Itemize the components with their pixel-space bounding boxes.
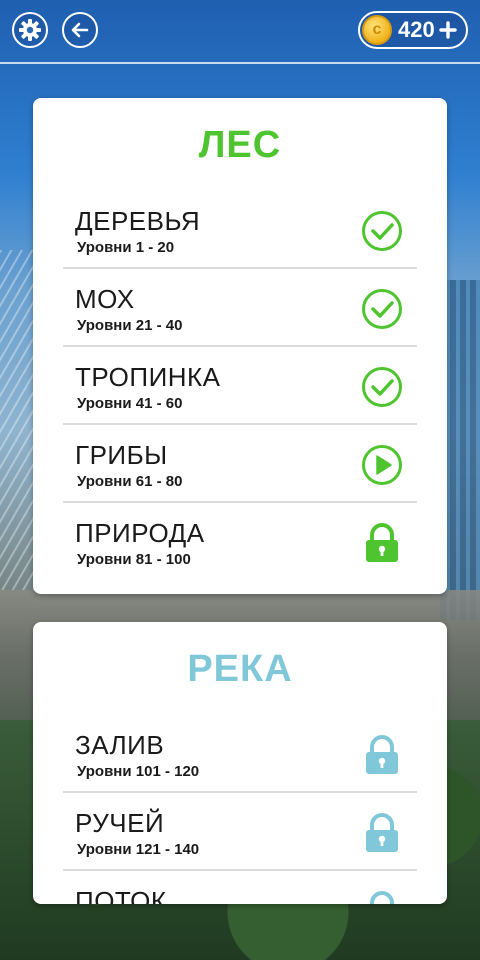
section-title: ЛЕС bbox=[198, 124, 282, 166]
lock-icon bbox=[366, 523, 398, 562]
pack-name: РУЧЕЙ bbox=[75, 808, 165, 838]
coin-count: 420 bbox=[398, 17, 435, 42]
pack-levels: Уровни 61 - 80 bbox=[77, 473, 183, 490]
divider bbox=[63, 267, 417, 269]
play-circle-icon[interactable] bbox=[361, 444, 403, 486]
level-pack-row[interactable]: ТРОПИНКА Уровни 41 - 60 bbox=[63, 354, 417, 432]
check-circle-icon bbox=[362, 367, 402, 407]
level-pack-row[interactable]: ПРИРОДА Уровни 81 - 100 bbox=[63, 510, 417, 588]
coin-icon: c bbox=[362, 15, 392, 45]
pack-levels: Уровни 121 - 140 bbox=[77, 841, 200, 858]
arrow-left-icon bbox=[71, 22, 89, 38]
level-pack-row[interactable]: ЗАЛИВ Уровни 101 - 120 bbox=[63, 722, 417, 800]
divider bbox=[63, 869, 417, 871]
pack-levels: Уровни 1 - 20 bbox=[77, 239, 175, 256]
section-card-forest: ЛЕС ДЕРЕВЬЯ Уровни 1 - 20 МОХ Уровни 21 … bbox=[33, 98, 447, 594]
level-pack-row[interactable]: ГРИБЫ Уровни 61 - 80 bbox=[63, 432, 417, 510]
divider bbox=[63, 345, 417, 347]
level-pack-row[interactable]: МОХ Уровни 21 - 40 bbox=[63, 276, 417, 354]
check-circle-icon bbox=[362, 289, 402, 329]
pack-levels: Уровни 81 - 100 bbox=[77, 551, 191, 568]
back-button[interactable] bbox=[62, 12, 98, 48]
pack-levels: Уровни 41 - 60 bbox=[77, 395, 183, 412]
lock-icon bbox=[370, 891, 394, 904]
pack-name: ПРИРОДА bbox=[75, 518, 205, 548]
check-circle-icon bbox=[362, 211, 402, 251]
level-pack-row[interactable]: ПОТОК bbox=[63, 878, 417, 904]
lock-icon bbox=[366, 813, 398, 852]
pack-name: ГРИБЫ bbox=[75, 440, 168, 470]
settings-button[interactable] bbox=[12, 12, 48, 48]
top-bar: c 420 bbox=[0, 0, 480, 64]
pack-name: ТРОПИНКА bbox=[75, 362, 221, 392]
section-title: РЕКА bbox=[187, 648, 293, 690]
pack-name: МОХ bbox=[75, 284, 135, 314]
level-pack-row[interactable]: ДЕРЕВЬЯ Уровни 1 - 20 bbox=[63, 198, 417, 276]
lock-icon bbox=[366, 735, 398, 774]
divider bbox=[63, 501, 417, 503]
pack-levels: Уровни 101 - 120 bbox=[77, 763, 200, 780]
divider bbox=[63, 791, 417, 793]
pack-levels: Уровни 21 - 40 bbox=[77, 317, 183, 334]
gear-icon bbox=[19, 19, 41, 41]
coin-balance[interactable]: c 420 bbox=[358, 11, 468, 49]
pack-name: ПОТОК bbox=[75, 886, 167, 904]
plus-icon[interactable] bbox=[439, 21, 457, 39]
pack-name: ДЕРЕВЬЯ bbox=[75, 206, 201, 236]
level-pack-row[interactable]: РУЧЕЙ Уровни 121 - 140 bbox=[63, 800, 417, 878]
pack-name: ЗАЛИВ bbox=[75, 730, 165, 760]
divider bbox=[63, 423, 417, 425]
section-card-river: РЕКА ЗАЛИВ Уровни 101 - 120 РУЧЕЙ Уровни… bbox=[33, 622, 447, 904]
